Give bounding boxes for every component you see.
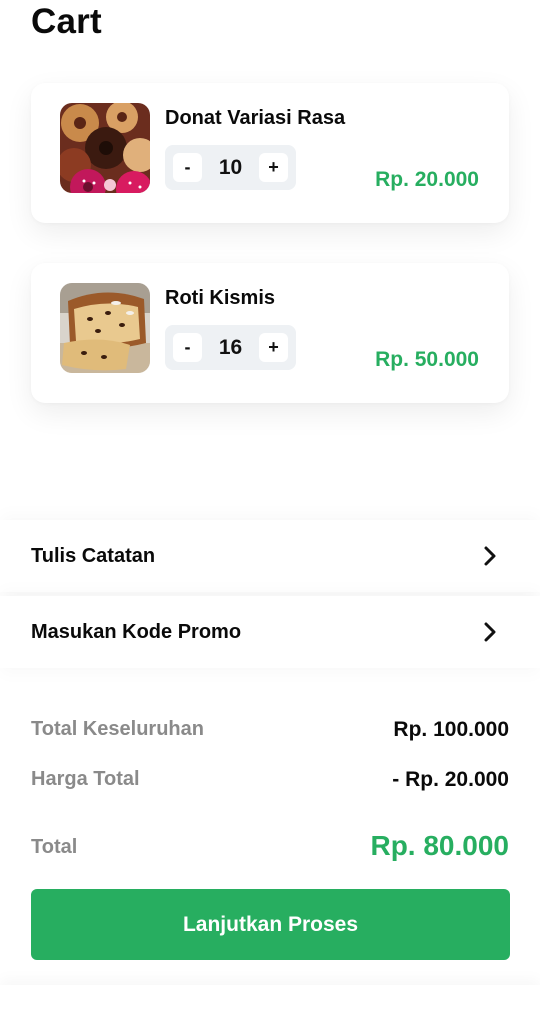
donut-image: [60, 103, 150, 193]
page-title: Cart: [31, 2, 102, 41]
grand-total-label: Total Keseluruhan: [31, 718, 204, 740]
cart-item-card: Donat Variasi Rasa - 10 + Rp. 20.000: [31, 83, 509, 223]
proceed-button[interactable]: Lanjutkan Proses: [31, 889, 510, 960]
price-total-value: - Rp. 20.000: [392, 768, 509, 791]
chevron-right-icon: [484, 546, 496, 566]
decrease-quantity-button[interactable]: -: [173, 153, 202, 182]
decrease-quantity-button[interactable]: -: [173, 333, 202, 362]
chevron-right-icon: [484, 622, 496, 642]
product-price: Rp. 20.000: [375, 168, 479, 191]
price-total-label: Harga Total: [31, 768, 140, 790]
cart-item-card: Roti Kismis - 16 + Rp. 50.000: [31, 263, 509, 403]
write-note-label: Tulis Catatan: [31, 545, 156, 567]
product-name: Roti Kismis: [165, 287, 276, 309]
write-note-row[interactable]: Tulis Catatan: [0, 520, 540, 592]
promo-code-row[interactable]: Masukan Kode Promo: [0, 596, 540, 668]
quantity-stepper: - 10 +: [165, 145, 296, 190]
raisin-bread-image: [60, 283, 150, 373]
grand-total-value: Rp. 100.000: [393, 718, 509, 741]
promo-code-label: Masukan Kode Promo: [31, 621, 242, 643]
quantity-stepper: - 16 +: [165, 325, 296, 370]
quantity-value: 16: [218, 336, 243, 359]
total-value: Rp. 80.000: [370, 830, 509, 861]
increase-quantity-button[interactable]: +: [259, 333, 288, 362]
total-label: Total: [31, 836, 78, 858]
quantity-value: 10: [218, 156, 243, 179]
product-price: Rp. 50.000: [375, 348, 479, 371]
bottom-bar: [0, 985, 540, 1020]
increase-quantity-button[interactable]: +: [259, 153, 288, 182]
product-name: Donat Variasi Rasa: [165, 107, 346, 129]
